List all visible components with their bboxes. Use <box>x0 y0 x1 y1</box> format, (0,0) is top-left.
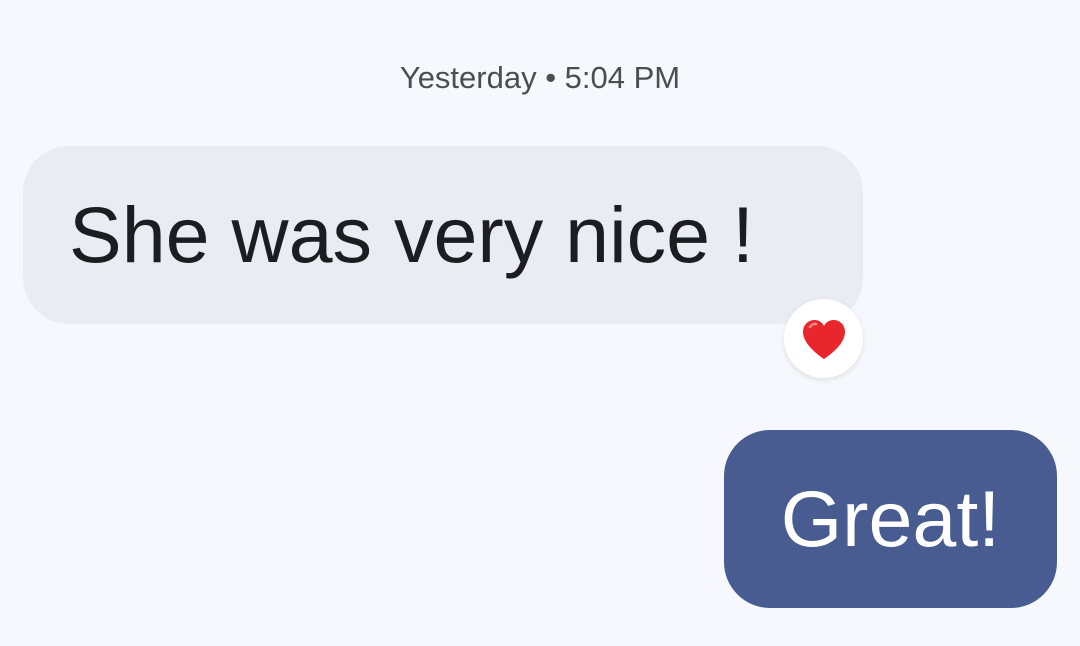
message-timestamp: Yesterday • 5:04 PM <box>399 60 681 95</box>
message-reaction[interactable] <box>784 299 863 378</box>
incoming-message-bubble[interactable]: She was very nice ! <box>23 146 863 324</box>
outgoing-message-bubble[interactable]: Great! <box>724 430 1057 608</box>
incoming-message-text: She was very nice ! <box>69 190 754 279</box>
heart-icon <box>802 319 845 359</box>
outgoing-message-text: Great! <box>780 474 1001 563</box>
